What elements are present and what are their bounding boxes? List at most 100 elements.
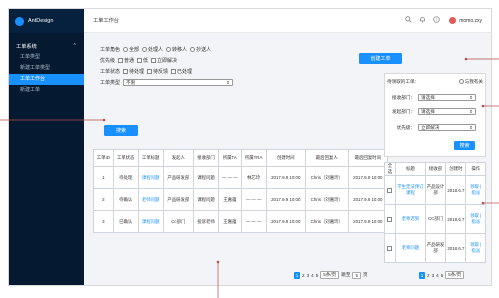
page-link[interactable]: 5 (316, 273, 319, 278)
search-button[interactable]: 搜索 (104, 125, 138, 136)
checkbox-icon (137, 58, 143, 64)
search-icon[interactable] (405, 16, 412, 25)
logo[interactable]: AntDesign (9, 9, 84, 33)
row-checkbox[interactable] (383, 175, 397, 205)
page-link[interactable]: 2 (427, 273, 430, 278)
col-title[interactable]: 工单标题 (137, 149, 164, 167)
filter-priority-normal[interactable]: 普通 (118, 57, 134, 64)
sidebar-group-label: 工单系统 (16, 43, 37, 50)
row-checkbox[interactable] (383, 233, 397, 263)
table-row[interactable]: 2 待确认 老师问题 产品研发部 课程问题 王嘉蕴 — — — 2017.9.9… (93, 188, 389, 211)
priority-select[interactable]: 立即解决 ⇕ (418, 124, 476, 131)
ticket-title-link[interactable]: 课程问题 (137, 166, 164, 189)
panel-field: 接收部门： 请选择 ⇕ (387, 94, 483, 101)
col-ta[interactable]: 所属TA (218, 149, 242, 167)
select-arrows-icon: ⇕ (226, 79, 231, 85)
filter-panel: 工单角色 全部 处理人 转移人 抄送人 优先级 普通 低 立即解决 工单状态 待… (100, 44, 390, 144)
filter-type: 工单类型 不限 ⇕ (100, 77, 390, 88)
page-unit: 页 (363, 272, 368, 277)
col-dept[interactable]: 接收部门 (193, 149, 219, 167)
table-row[interactable]: 学生无法预订课程 产品设计部 2018.6.7 领取 | 指派 (383, 175, 486, 205)
cell: 2017.9.9 10:00 (347, 188, 389, 211)
cell: 课程问题 (193, 166, 219, 189)
page-link[interactable]: 2 (302, 273, 305, 278)
filter-role-handler[interactable]: 处理人 (142, 46, 163, 53)
ticket-title-link[interactable]: 老师问题 (137, 188, 164, 211)
sidebar-item-ticket-workbench[interactable]: 工单工作台 (9, 74, 84, 85)
cell: 1 (93, 166, 114, 189)
pending-ticket-panel: 待领取的工单： 与我有关 接收部门： 请选择 ⇕ 发起部门： 请选择 ⇕ 优先级： … (384, 73, 486, 157)
row-checkbox[interactable] (383, 204, 397, 234)
col-last-replier[interactable]: 最后回复人 (304, 149, 349, 167)
jump-input[interactable]: 5 (352, 271, 362, 279)
receive-dept-select[interactable]: 请选择 ⇕ (418, 94, 476, 101)
sidebar-group-ticket-system[interactable]: 工单系统 ⌃ (9, 40, 84, 52)
page-link[interactable]: 3 (307, 273, 310, 278)
col-status[interactable]: 工单状态 (112, 149, 139, 167)
ticket-title-link[interactable]: 老师迟到 (395, 204, 426, 234)
page-link[interactable]: 4 (311, 273, 314, 278)
ticket-title-link[interactable]: 老师问题 (395, 233, 426, 263)
panel-header: 待领取的工单： 与我有关 (387, 79, 483, 85)
page-link[interactable]: 3 (432, 273, 435, 278)
panel-search-button[interactable]: 搜索 (454, 141, 475, 150)
col-tra[interactable]: 所属TRA (240, 149, 267, 167)
filter-status-label: 工单状态 (100, 69, 121, 75)
field-label: 接收部门： (392, 94, 415, 100)
bell-icon[interactable] (419, 16, 426, 25)
cell: 2 (93, 188, 114, 211)
sidebar-item-new-ticket-type[interactable]: 新建工单类型 (9, 63, 84, 74)
filter-priority-urgent[interactable]: 立即解决 (151, 57, 177, 64)
user-menu[interactable]: momo.zxy (449, 17, 482, 24)
cell: — — — (240, 210, 267, 233)
col-created[interactable]: 创建时间 (265, 149, 306, 167)
checkbox-icon (171, 69, 177, 75)
sidebar-item-ticket-types[interactable]: 工单类型 (9, 52, 84, 63)
table-header-row: 全选 标题 接收部 创建时 操作 (383, 162, 486, 176)
page-current[interactable]: 1 (419, 271, 425, 279)
filter-status-feedback[interactable]: 待反馈 (147, 68, 168, 75)
sidebar-item-new-ticket[interactable]: 新建工单 (9, 85, 84, 96)
col-last-reply-time[interactable]: 最后回复时间 (347, 149, 389, 167)
checkbox-icon (118, 58, 124, 64)
page-size-select[interactable]: 5条/页 (445, 271, 465, 279)
page-link[interactable]: 5 (441, 273, 444, 278)
filter-role-transfer[interactable]: 转移人 (166, 46, 187, 53)
checkbox-icon (387, 216, 392, 222)
initiate-dept-select[interactable]: 请选择 ⇕ (418, 108, 476, 115)
filter-priority-low[interactable]: 低 (137, 57, 148, 64)
filter-status-pending[interactable]: 待处理 (123, 68, 144, 75)
page-size-select[interactable]: 5条/页 (320, 271, 340, 279)
filter-type-select[interactable]: 不限 ⇕ (123, 79, 234, 86)
col-initiator[interactable]: 发起人 (162, 149, 195, 167)
col-id[interactable]: 工单ID (93, 149, 114, 167)
table-row[interactable]: 1 待处理 课程问题 产品研发部 课程问题 — — — 林芯玲 2017.9.9… (93, 166, 389, 189)
page-link[interactable]: 4 (436, 273, 439, 278)
radio-icon (142, 47, 148, 53)
right-pagination: 1 2 3 4 5 5条/页 (419, 271, 465, 279)
table-row[interactable]: 3 已确认 课程问题 Cc部门 投诉老师 王嘉蕴 — — — 2017.9.9 … (93, 210, 389, 233)
ticket-title-link[interactable]: 学生无法预订课程 (395, 175, 426, 205)
cell: 产品研发部 (162, 188, 195, 211)
filter-status-done[interactable]: 已处理 (171, 68, 192, 75)
cell: 产品设计部 (424, 175, 447, 205)
filter-role-cc[interactable]: 抄送人 (190, 46, 211, 53)
checkbox-icon (147, 69, 153, 75)
page-current[interactable]: 1 (294, 271, 300, 279)
radio-icon (190, 47, 196, 53)
claim-assign-links[interactable]: 领取 | 指派 (465, 204, 486, 234)
question-icon[interactable]: ? (433, 16, 440, 25)
radio-icon (458, 79, 464, 85)
col-select-all[interactable]: 全选 (383, 162, 397, 176)
claim-assign-links[interactable]: 领取 | 指派 (465, 175, 486, 205)
create-ticket-button[interactable]: 创建工单 (359, 53, 402, 64)
filter-role-all[interactable]: 全部 (123, 46, 139, 53)
table-row[interactable]: 老师问题 产品研发部 2018.6.7 领取 | 指派 (383, 233, 486, 263)
table-row[interactable]: 老师迟到 CC部门 2018.6.7 领取 | 指派 (383, 204, 486, 234)
cell: 产品研发部 (162, 166, 195, 189)
panel-field: 优先级： 立即解决 ⇕ (387, 124, 483, 131)
ticket-title-link[interactable]: 课程问题 (137, 210, 164, 233)
claim-assign-links[interactable]: 领取 | 指派 (465, 233, 486, 263)
filter-role-label: 工单角色 (100, 47, 121, 53)
panel-toggle[interactable]: 与我有关 (458, 79, 483, 85)
